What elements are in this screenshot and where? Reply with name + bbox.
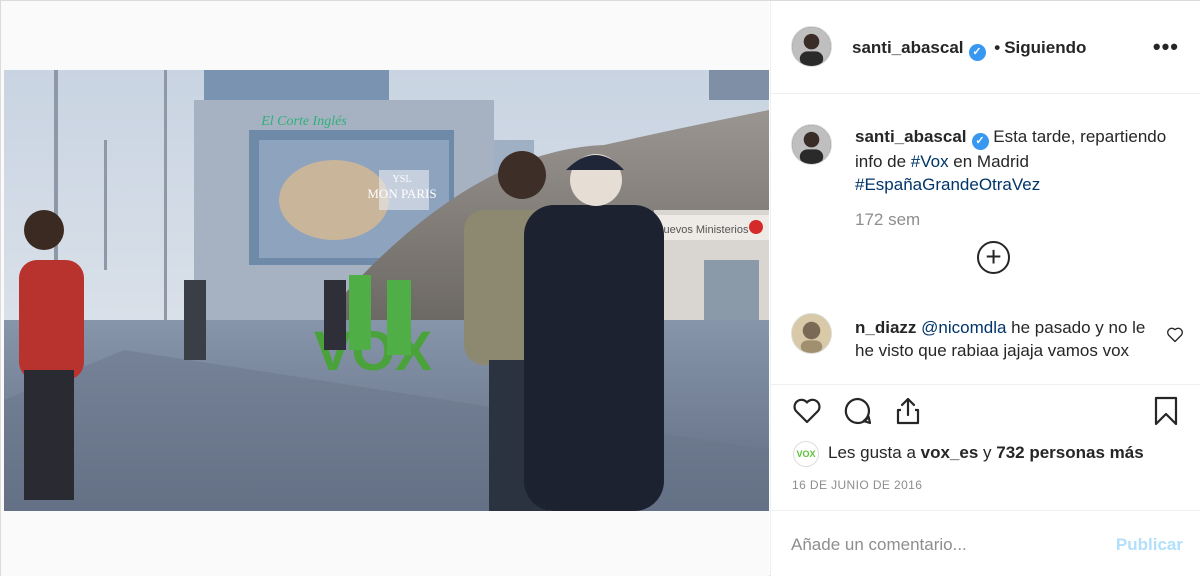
comment-bubble-icon[interactable] [842,395,874,427]
comment-mention[interactable]: @nicomdla [921,318,1006,337]
street-scene-image: MON PARIS YSL El Corte Inglés Nuevos Min… [4,70,769,511]
comment-input[interactable] [791,533,1091,557]
comments-area: santi_abascal ✓ Esta tarde, repartiendo i… [771,94,1200,384]
likes-count[interactable]: 732 personas más [996,443,1143,462]
likes-text: Les gusta a vox_es y 732 personas más [828,443,1144,463]
caption-text: santi_abascal ✓ Esta tarde, repartiendo i… [855,125,1175,196]
author-avatar[interactable] [791,26,832,67]
bookmark-icon[interactable] [1150,395,1182,427]
post-card: MON PARIS YSL El Corte Inglés Nuevos Min… [0,0,1200,576]
caption-username[interactable]: santi_abascal [855,127,967,146]
commenter-username[interactable]: n_diazz [855,318,916,337]
like-heart-icon[interactable] [791,395,823,427]
post-header: santi_abascal ✓ • Siguiendo ••• [771,1,1200,94]
media-column: MON PARIS YSL El Corte Inglés Nuevos Min… [1,1,769,576]
share-icon[interactable] [892,395,924,427]
hashtag-vox[interactable]: #Vox [911,152,949,171]
verified-badge-icon: ✓ [971,133,989,150]
hashtag-espana[interactable]: #EspañaGrandeOtraVez [855,175,1040,194]
header-line: santi_abascal ✓ • Siguiendo [852,38,1086,61]
comment-text: n_diazz @nicomdla he pasado y no le he v… [855,316,1155,362]
liker-username[interactable]: vox_es [921,443,979,462]
post-date[interactable]: 16 DE JUNIO DE 2016 [792,478,922,492]
post-photo[interactable]: MON PARIS YSL El Corte Inglés Nuevos Min… [4,70,769,511]
likes-summary: VOX Les gusta a vox_es y 732 personas má… [771,439,1200,469]
commenter-avatar[interactable] [791,313,832,354]
likes-middle: y [978,443,997,462]
station-sign: Nuevos Ministerios [656,224,749,236]
liker-avatar[interactable]: VOX [793,441,819,467]
post-sidebar: santi_abascal ✓ • Siguiendo ••• santi_abas… [770,1,1200,576]
publish-button[interactable]: Publicar [1116,535,1183,555]
caption-body-2: en Madrid [948,152,1029,171]
caption-author-avatar[interactable] [791,124,832,165]
store-sign: El Corte Inglés [260,114,347,129]
load-more-comments-icon[interactable]: + [977,241,1010,274]
separator-dot: • [994,38,1001,57]
billboard-brand: YSL [393,174,412,185]
comment-like-heart-icon[interactable] [1165,324,1185,344]
more-options-icon[interactable]: ••• [1153,36,1179,58]
author-username[interactable]: santi_abascal [852,38,964,57]
verified-badge-icon: ✓ [968,44,986,61]
add-comment-form: Publicar [771,510,1200,576]
caption-time[interactable]: 172 sem [855,210,920,230]
following-button[interactable]: Siguiendo [1004,38,1086,57]
billboard-title: MON PARIS [367,186,436,201]
action-bar [771,384,1200,439]
likes-prefix: Les gusta a [828,443,921,462]
